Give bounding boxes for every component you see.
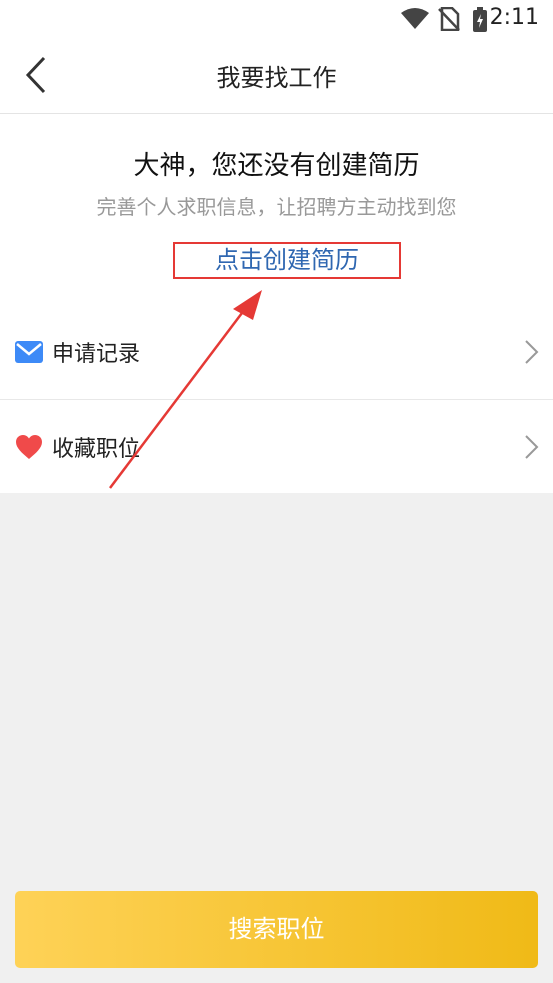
- chevron-right-icon: [525, 339, 539, 364]
- page-title: 我要找工作: [216, 64, 337, 92]
- search-jobs-button[interactable]: 搜索职位: [15, 891, 538, 968]
- menu-list: 申请记录 收藏职位: [0, 304, 553, 493]
- no-sim-icon: [438, 7, 460, 31]
- empty-resume-title: 大神，您还没有创建简历: [133, 151, 420, 181]
- empty-resume-panel: 大神，您还没有创建简历 完善个人求职信息，让招聘方主动找到您 点击创建简历: [0, 114, 553, 304]
- status-bar: 2:11: [0, 0, 553, 38]
- chevron-right-icon: [525, 434, 539, 459]
- menu-item-application-records[interactable]: 申请记录: [0, 304, 553, 399]
- menu-item-label: 收藏职位: [52, 436, 141, 462]
- wifi-icon: [401, 8, 429, 29]
- top-app-bar: 我要找工作: [0, 38, 553, 114]
- envelope-icon: [15, 340, 43, 363]
- menu-item-saved-jobs[interactable]: 收藏职位: [0, 399, 553, 493]
- empty-resume-subtitle: 完善个人求职信息，让招聘方主动找到您: [96, 195, 457, 219]
- status-time: 2:11: [489, 5, 539, 30]
- menu-item-label: 申请记录: [52, 341, 141, 367]
- create-resume-button[interactable]: 点击创建简历: [173, 242, 401, 279]
- heart-icon: [16, 434, 42, 459]
- battery-charging-icon: [473, 7, 487, 32]
